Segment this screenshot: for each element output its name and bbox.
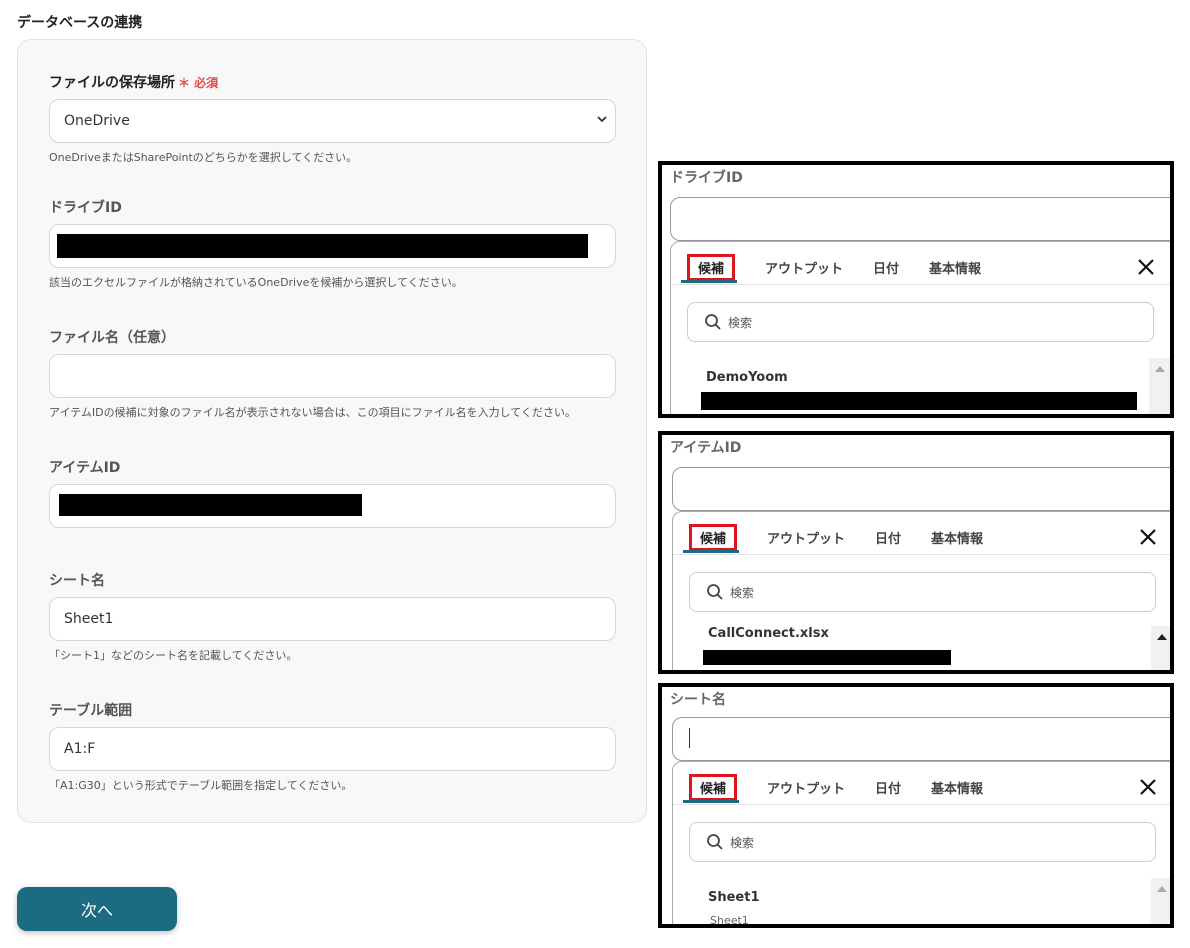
table-range-label: テーブル範囲 bbox=[49, 703, 133, 719]
item-id-callout-input[interactable] bbox=[672, 467, 1170, 511]
tab-output[interactable]: アウトプット bbox=[767, 778, 845, 797]
option-title[interactable]: CallConnect.xlsx bbox=[708, 626, 829, 641]
tab-candidates[interactable]: 候補 bbox=[687, 254, 736, 281]
table-range-hint: 「A1:G30」という形式でテーブル範囲を指定してください。 bbox=[49, 779, 353, 792]
redacted-value bbox=[703, 650, 951, 665]
drive-id-label: ドライブID bbox=[49, 200, 122, 216]
search-input[interactable]: 検索 bbox=[687, 302, 1154, 342]
scrollbar[interactable] bbox=[1151, 878, 1170, 924]
drive-id-hint: 該当のエクセルファイルが格納されているOneDriveを候補から選択してください… bbox=[49, 276, 463, 289]
redacted-value bbox=[57, 234, 588, 258]
scroll-up-icon[interactable] bbox=[1157, 634, 1167, 640]
suggestion-dropdown: 候補 アウトプット 日付 基本情報 検索 DemoYoom bbox=[670, 241, 1170, 414]
suggestion-dropdown: 候補 アウトプット 日付 基本情報 検索 CallConnect.xlsx bbox=[672, 511, 1170, 670]
storage-select[interactable]: OneDrive bbox=[49, 99, 616, 143]
storage-label: ファイルの保存場所＊ 必須 bbox=[49, 75, 219, 91]
item-id-callout: アイテムID 候補 アウトプット 日付 基本情報 検索 CallConnect.… bbox=[658, 431, 1174, 674]
storage-hint: OneDriveまたはSharePointのどちらかを選択してください。 bbox=[49, 151, 358, 164]
redacted-value bbox=[59, 494, 362, 516]
next-button[interactable]: 次へ bbox=[17, 887, 177, 931]
active-tab-indicator bbox=[683, 800, 739, 803]
table-range-value: A1:F bbox=[64, 741, 96, 757]
sheet-name-hint: 「シート1」などのシート名を記載してください。 bbox=[49, 649, 298, 662]
tab-candidates[interactable]: 候補 bbox=[689, 774, 738, 801]
tab-date[interactable]: 日付 bbox=[875, 528, 901, 547]
required-badge: ＊ 必須 bbox=[178, 76, 219, 90]
table-range-field[interactable]: A1:F bbox=[49, 727, 616, 771]
page-title: データベースの連携 bbox=[17, 15, 143, 31]
tab-date[interactable]: 日付 bbox=[873, 258, 899, 277]
callout-label: ドライブID bbox=[670, 170, 743, 186]
chevron-down-icon bbox=[597, 116, 607, 123]
sheet-name-field[interactable]: Sheet1 bbox=[49, 597, 616, 641]
tab-basic-info[interactable]: 基本情報 bbox=[931, 528, 983, 547]
sheet-name-callout: シート名 候補 アウトプット 日付 基本情報 検索 Sheet1 Sheet1 bbox=[658, 683, 1174, 928]
option-subtitle: Sheet1 bbox=[710, 914, 749, 927]
option-title[interactable]: DemoYoom bbox=[706, 370, 788, 385]
scrollbar[interactable] bbox=[1151, 626, 1170, 670]
tab-divider bbox=[673, 554, 1170, 555]
tab-divider bbox=[673, 804, 1170, 805]
text-cursor bbox=[689, 728, 690, 748]
search-icon bbox=[707, 834, 723, 850]
tab-date[interactable]: 日付 bbox=[875, 778, 901, 797]
search-icon bbox=[707, 584, 723, 600]
sheet-name-label: シート名 bbox=[49, 573, 105, 589]
dropdown-tabs: 候補 アウトプット 日付 基本情報 bbox=[685, 774, 1013, 801]
search-icon bbox=[705, 314, 721, 330]
search-input[interactable]: 検索 bbox=[689, 572, 1156, 612]
scrollbar[interactable] bbox=[1149, 358, 1170, 414]
close-icon[interactable] bbox=[1137, 526, 1159, 548]
file-name-hint: アイテムIDの候補に対象のファイル名が表示されない場合は、この項目にファイル名を… bbox=[49, 406, 576, 419]
tab-basic-info[interactable]: 基本情報 bbox=[931, 778, 983, 797]
dropdown-tabs: 候補 アウトプット 日付 基本情報 bbox=[685, 524, 1013, 551]
search-input[interactable]: 検索 bbox=[689, 822, 1156, 862]
suggestion-dropdown: 候補 アウトプット 日付 基本情報 検索 Sheet1 Sheet1 bbox=[672, 761, 1170, 927]
file-name-field[interactable] bbox=[49, 354, 616, 398]
file-name-label: ファイル名（任意） bbox=[49, 330, 175, 346]
tab-candidates[interactable]: 候補 bbox=[689, 524, 738, 551]
active-tab-indicator bbox=[681, 280, 737, 283]
scroll-up-icon[interactable] bbox=[1157, 886, 1167, 892]
sheet-name-callout-input[interactable] bbox=[672, 717, 1170, 761]
tab-output[interactable]: アウトプット bbox=[767, 528, 845, 547]
drive-id-callout-input[interactable] bbox=[670, 197, 1170, 241]
scroll-up-icon[interactable] bbox=[1155, 366, 1165, 372]
option-title[interactable]: Sheet1 bbox=[708, 890, 760, 905]
tab-output[interactable]: アウトプット bbox=[765, 258, 843, 277]
search-placeholder: 検索 bbox=[730, 585, 755, 600]
callout-label: アイテムID bbox=[670, 440, 742, 456]
sheet-name-value: Sheet1 bbox=[64, 611, 114, 627]
close-icon[interactable] bbox=[1135, 256, 1157, 278]
storage-select-value: OneDrive bbox=[64, 113, 130, 129]
active-tab-indicator bbox=[683, 550, 739, 553]
tab-basic-info[interactable]: 基本情報 bbox=[929, 258, 981, 277]
database-link-form: ファイルの保存場所＊ 必須 OneDrive OneDriveまたはShareP… bbox=[17, 39, 647, 823]
item-id-label: アイテムID bbox=[49, 460, 121, 476]
dropdown-tabs: 候補 アウトプット 日付 基本情報 bbox=[683, 254, 1011, 281]
item-id-field[interactable] bbox=[49, 484, 616, 528]
drive-id-callout: ドライブID 候補 アウトプット 日付 基本情報 検索 DemoYoom bbox=[658, 161, 1174, 418]
tab-divider bbox=[671, 284, 1170, 285]
callout-label: シート名 bbox=[670, 692, 726, 708]
close-icon[interactable] bbox=[1137, 776, 1159, 798]
redacted-value bbox=[701, 392, 1137, 410]
drive-id-field[interactable] bbox=[49, 224, 616, 268]
search-placeholder: 検索 bbox=[728, 315, 753, 330]
search-placeholder: 検索 bbox=[730, 835, 755, 850]
